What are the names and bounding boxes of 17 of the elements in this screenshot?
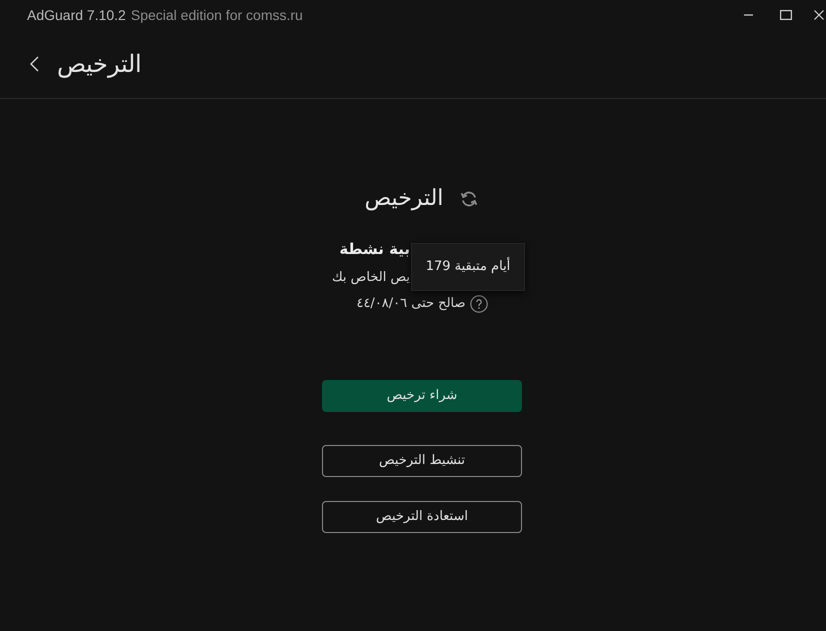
- validity-date: صالح حتى ٤٤/٠٨/٠٦: [356, 295, 466, 313]
- license-action-button[interactable]: تنشيط الترخيص: [322, 445, 522, 477]
- license-description: يص الخاص بك: [330, 269, 410, 287]
- page-title: الترخيص: [57, 50, 142, 78]
- app-subtitle: Special edition for comss.ru: [130, 6, 303, 25]
- license-heading: الترخيص: [364, 185, 444, 213]
- license-action-button[interactable]: استعادة الترخيص: [322, 501, 522, 533]
- help-icon[interactable]: [470, 295, 488, 313]
- chevron-left-icon: [29, 56, 41, 72]
- buy-license-button[interactable]: شراء ترخيص: [322, 380, 522, 412]
- close-icon: [814, 10, 824, 20]
- back-button[interactable]: [29, 56, 41, 72]
- app-title: AdGuard 7.10.2: [27, 6, 126, 24]
- days-left-tooltip: أيام متبقية 179: [411, 243, 525, 291]
- license-status: بية نشطة: [338, 239, 410, 259]
- maximize-icon: [780, 10, 792, 20]
- refresh-icon[interactable]: [459, 189, 480, 209]
